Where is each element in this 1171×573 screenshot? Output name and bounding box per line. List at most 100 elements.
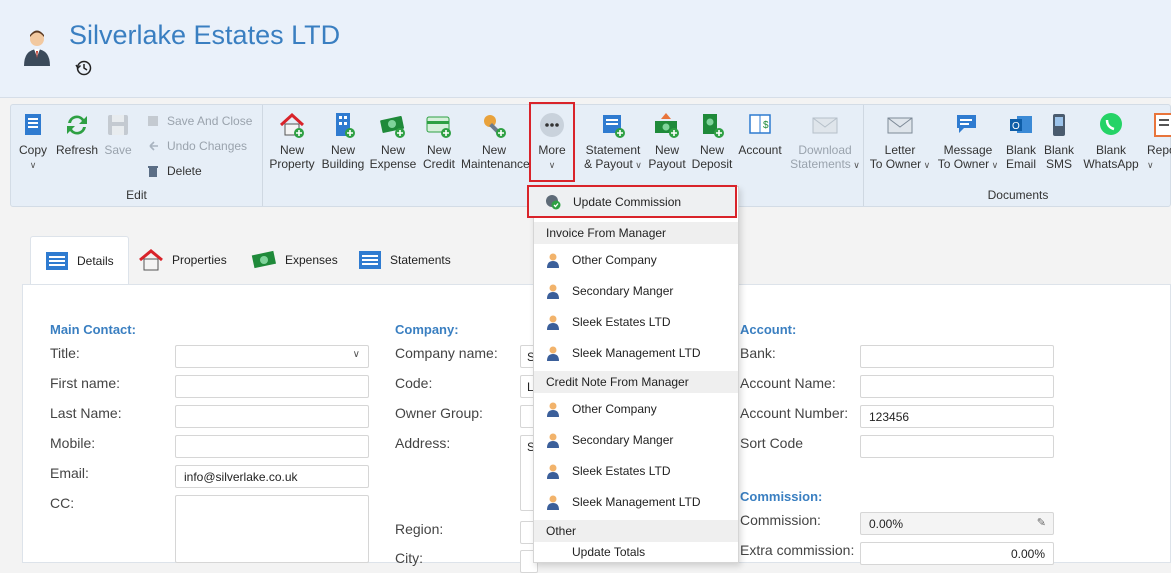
chevron-down-icon: ∨	[1147, 160, 1154, 170]
save-close-icon	[148, 116, 158, 126]
account-name-field[interactable]	[860, 375, 1054, 398]
save-button[interactable]: Save	[103, 111, 133, 157]
trash-icon	[148, 166, 158, 177]
ledger-icon: $	[749, 114, 771, 134]
extra-commission-label: Extra commission:	[740, 542, 855, 558]
save-icon	[108, 115, 128, 135]
tab-details[interactable]: Details	[30, 236, 129, 285]
new-property-label-2: Property	[269, 157, 315, 171]
menu-item-invoice-secondary-manger[interactable]: Secondary Manger	[534, 275, 738, 306]
more-highlight	[529, 102, 575, 182]
title-select[interactable]: ∨	[175, 345, 369, 368]
sort-code-field[interactable]	[860, 435, 1054, 458]
city-label: City:	[395, 550, 423, 566]
undo-changes-button[interactable]: Undo Changes	[147, 139, 247, 153]
statement-payout-button[interactable]: Statement & Payout ∨	[583, 111, 643, 172]
reports-button[interactable]: Repo ∨	[1147, 111, 1171, 172]
documents-group-label: Documents	[987, 188, 1049, 202]
first-name-field[interactable]	[175, 375, 369, 398]
delete-button[interactable]: Delete	[147, 164, 202, 178]
letter-to-owner-button[interactable]: Letter To Owner ∨	[868, 111, 932, 172]
company-heading: Company:	[395, 322, 459, 337]
delete-label: Delete	[167, 164, 202, 178]
mobile-field[interactable]	[175, 435, 369, 458]
edit-group: Copy ∨ Refresh Save Save And Close Undo C…	[11, 105, 263, 206]
blank-whatsapp-button[interactable]: Blank WhatsApp	[1080, 111, 1142, 171]
menu-item-invoice-sleek-management[interactable]: Sleek Management LTD	[534, 337, 738, 368]
new-maintenance-button[interactable]: New Maintenance	[461, 111, 530, 171]
save-and-close-label: Save And Close	[167, 114, 253, 128]
new-deposit-button[interactable]: New Deposit	[691, 111, 733, 171]
email-field[interactable]: info@silverlake.co.uk	[175, 465, 369, 488]
bank-field[interactable]	[860, 345, 1054, 368]
pencil-icon[interactable]: ✎	[1037, 516, 1046, 529]
message-to-owner-button[interactable]: Message To Owner ∨	[936, 111, 1000, 172]
blank-sms-button[interactable]: Blank SMS	[1042, 111, 1076, 171]
new-credit-button[interactable]: New Credit	[419, 111, 459, 171]
menu-item-label: Sleek Estates LTD	[572, 314, 671, 329]
new-payout-button[interactable]: New Payout	[647, 111, 687, 171]
cc-field[interactable]	[175, 495, 369, 563]
blank-email-label-1: Blank	[1005, 143, 1037, 157]
new-building-button[interactable]: New Building	[319, 111, 367, 171]
menu-item-credit-sleek-estates[interactable]: Sleek Estates LTD	[534, 455, 738, 486]
menu-item-credit-secondary-manger[interactable]: Secondary Manger	[534, 424, 738, 455]
last-name-label: Last Name:	[50, 405, 122, 421]
account-name-label: Account Name:	[740, 375, 836, 391]
menu-item-credit-sleek-management[interactable]: Sleek Management LTD	[534, 486, 738, 517]
new-expense-label-1: New	[380, 143, 405, 157]
blank-email-button[interactable]: O Blank Email	[1004, 111, 1038, 171]
menu-item-label: Sleek Management LTD	[572, 345, 701, 360]
list-icon	[46, 252, 68, 270]
history-icon[interactable]	[75, 59, 93, 77]
owner-avatar-icon	[24, 30, 50, 66]
tab-properties[interactable]: Properties	[124, 236, 241, 284]
person-icon	[547, 284, 559, 299]
menu-item-credit-other-company[interactable]: Other Company	[534, 393, 738, 424]
person-icon	[547, 253, 559, 268]
new-property-button[interactable]: New Property	[266, 111, 318, 171]
money-icon	[380, 116, 405, 138]
code-label: Code:	[395, 375, 433, 391]
letter-to-owner-label-2: To Owner	[869, 157, 922, 171]
menu-item-label: Other Company	[572, 252, 657, 267]
chevron-down-icon: ∨	[850, 160, 860, 170]
undo-changes-label: Undo Changes	[167, 139, 248, 153]
wrench-icon	[484, 115, 506, 138]
message-to-owner-label-1: Message	[943, 143, 993, 157]
menu-item-update-totals[interactable]: Update Totals	[534, 541, 738, 563]
refresh-button[interactable]: Refresh	[55, 111, 99, 157]
chevron-down-icon: ∨	[29, 160, 37, 170]
report-icon	[1154, 113, 1171, 137]
account-button[interactable]: $ Account	[735, 111, 785, 157]
tab-statements[interactable]: Statements	[344, 236, 465, 284]
blank-whatsapp-label-1: Blank	[1095, 143, 1127, 157]
menu-item-invoice-sleek-estates[interactable]: Sleek Estates LTD	[534, 306, 738, 337]
statement-icon	[603, 115, 625, 138]
last-name-field[interactable]	[175, 405, 369, 428]
chat-icon	[957, 115, 976, 133]
extra-commission-field[interactable]: 0.00%	[860, 542, 1054, 565]
mobile-label: Mobile:	[50, 435, 96, 451]
menu-item-label: Update Totals	[572, 545, 646, 559]
whatsapp-icon	[1100, 113, 1122, 135]
commission-field[interactable]: 0.00% ✎	[860, 512, 1054, 535]
menu-item-invoice-other-company[interactable]: Other Company	[534, 244, 738, 275]
other-header: Other	[534, 520, 738, 542]
menu-item-label: Update Commission	[573, 194, 682, 209]
tab-expenses[interactable]: Expenses	[237, 236, 352, 284]
person-icon	[547, 433, 559, 448]
save-and-close-button[interactable]: Save And Close	[147, 114, 252, 128]
cc-label: CC:	[50, 495, 75, 511]
new-expense-button[interactable]: New Expense	[369, 111, 417, 171]
tab-statements-label: Statements	[390, 253, 451, 267]
menu-item-label: Secondary Manger	[572, 283, 674, 298]
download-statements-button[interactable]: Download Statements ∨	[789, 111, 861, 172]
account-number-field[interactable]: 123456	[860, 405, 1054, 428]
copy-button[interactable]: Copy ∨	[15, 111, 51, 172]
tab-expenses-label: Expenses	[285, 253, 338, 267]
phone-icon	[1053, 114, 1065, 136]
copy-label: Copy	[18, 143, 47, 157]
menu-item-update-commission[interactable]: Update Commission	[527, 185, 737, 218]
new-credit-label-1: New	[426, 143, 451, 157]
